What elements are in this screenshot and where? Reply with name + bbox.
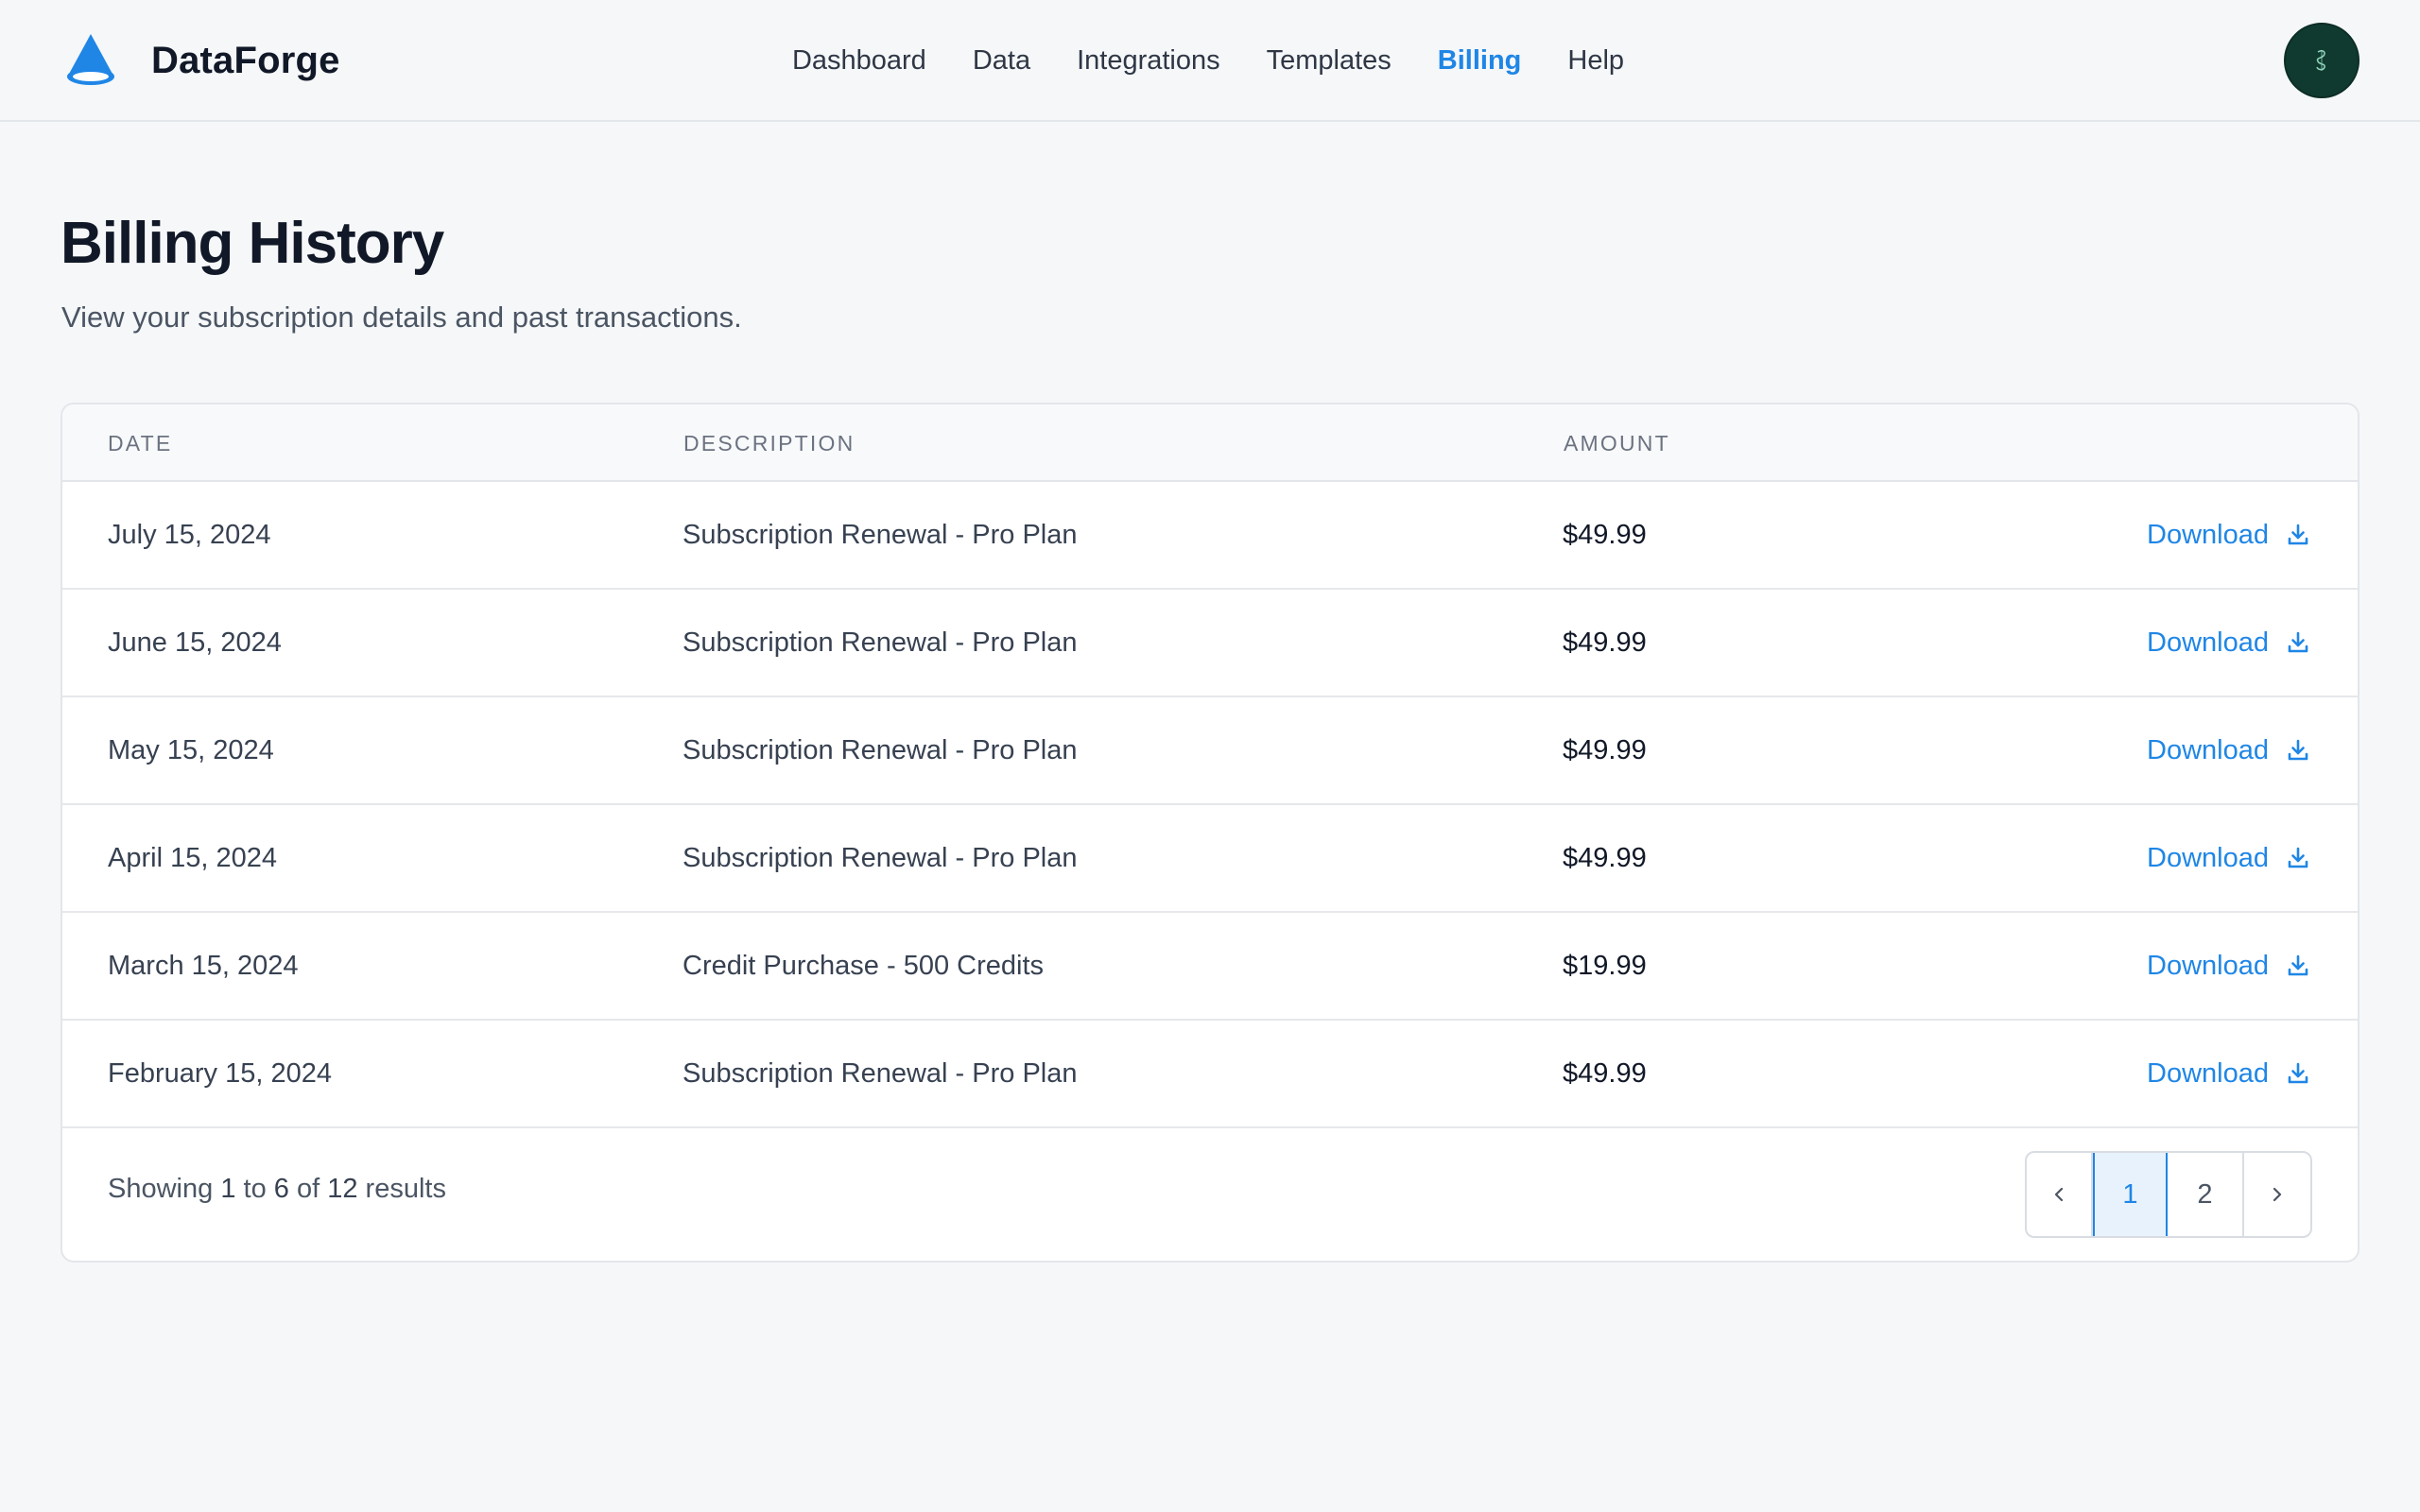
results-suffix: results bbox=[365, 1174, 446, 1204]
download-icon bbox=[2288, 631, 2308, 653]
download-icon bbox=[2288, 739, 2308, 761]
download-label: Download bbox=[2147, 627, 2269, 658]
results-of-word: of bbox=[296, 1174, 320, 1204]
download-icon bbox=[2288, 524, 2308, 545]
download-icon bbox=[2288, 1062, 2308, 1084]
app-name: DataForge bbox=[151, 39, 340, 81]
results-from: 1 bbox=[220, 1174, 236, 1204]
download-icon bbox=[2288, 847, 2308, 868]
cell-date: July 15, 2024 bbox=[108, 519, 271, 550]
table-row: April 15, 2024 Subscription Renewal - Pro… bbox=[62, 805, 2358, 913]
table-footer: Showing 1 to 6 of 12 results 1 2 bbox=[62, 1128, 2358, 1261]
results-to-word: to bbox=[243, 1174, 267, 1204]
table-row: February 15, 2024 Subscription Renewal - … bbox=[62, 1021, 2358, 1128]
main-nav-items: Dashboard Data Integrations Templates Billin… bbox=[769, 45, 1647, 77]
download-label: Download bbox=[2147, 950, 2269, 981]
results-total: 12 bbox=[327, 1174, 358, 1204]
results-prefix: Showing bbox=[108, 1174, 214, 1204]
cell-description: Subscription Renewal - Pro Plan bbox=[683, 627, 1078, 658]
nav-item-dashboard[interactable]: Dashboard bbox=[792, 45, 926, 77]
page-title: Billing History bbox=[60, 211, 444, 276]
cell-action: Download bbox=[2147, 590, 2310, 696]
download-invoice-link[interactable]: Download bbox=[2147, 735, 2310, 766]
user-avatar[interactable] bbox=[2284, 23, 2360, 98]
nav-item-integrations[interactable]: Integrations bbox=[1077, 45, 1220, 77]
download-invoice-link[interactable]: Download bbox=[2147, 843, 2310, 874]
table-body: July 15, 2024 Subscription Renewal - Pro … bbox=[62, 482, 2358, 1128]
download-icon bbox=[2288, 954, 2308, 976]
cell-description: Subscription Renewal - Pro Plan bbox=[683, 1057, 1078, 1089]
download-invoice-link[interactable]: Download bbox=[2147, 1058, 2310, 1090]
cell-date: April 15, 2024 bbox=[108, 842, 277, 873]
cell-description: Credit Purchase - 500 Credits bbox=[683, 950, 1044, 981]
cell-date: February 15, 2024 bbox=[108, 1057, 332, 1089]
cell-date: May 15, 2024 bbox=[108, 734, 274, 765]
table-row: June 15, 2024 Subscription Renewal - Pro … bbox=[62, 590, 2358, 697]
nav-item-billing[interactable]: Billing bbox=[1438, 45, 1522, 77]
chevron-right-icon bbox=[2273, 1187, 2282, 1202]
cell-date: March 15, 2024 bbox=[108, 950, 299, 981]
pagination: 1 2 bbox=[2025, 1151, 2312, 1238]
brand-mark-icon bbox=[2316, 49, 2325, 71]
top-navigation-bar: DataForge Dashboard Data Integrations Templ… bbox=[0, 0, 2420, 122]
download-label: Download bbox=[2147, 1057, 2269, 1089]
table-header: DATE DESCRIPTION AMOUNT bbox=[62, 404, 2358, 482]
nav-item-data[interactable]: Data bbox=[973, 45, 1030, 77]
cell-date: June 15, 2024 bbox=[108, 627, 282, 658]
download-label: Download bbox=[2147, 734, 2269, 765]
table-row: May 15, 2024 Subscription Renewal - Pro P… bbox=[62, 697, 2358, 805]
brand[interactable]: DataForge bbox=[60, 30, 340, 91]
cone-logo-icon bbox=[67, 34, 114, 85]
download-label: Download bbox=[2147, 519, 2269, 550]
download-label: Download bbox=[2147, 842, 2269, 873]
cell-description: Subscription Renewal - Pro Plan bbox=[683, 842, 1078, 873]
cell-amount: $49.99 bbox=[1563, 1057, 1647, 1089]
column-header-date: DATE bbox=[108, 431, 173, 455]
column-header-amount: AMOUNT bbox=[1564, 431, 1670, 455]
cell-description: Subscription Renewal - Pro Plan bbox=[683, 519, 1078, 550]
page-button-1[interactable]: 1 bbox=[2093, 1153, 2168, 1236]
billing-history-table: DATE DESCRIPTION AMOUNT July 15, 2024 Sub… bbox=[60, 403, 2360, 1263]
table-row: July 15, 2024 Subscription Renewal - Pro … bbox=[62, 482, 2358, 590]
previous-page-button[interactable] bbox=[2027, 1153, 2093, 1236]
chevron-left-icon bbox=[2054, 1187, 2064, 1202]
page-subtitle: View your subscription details and past … bbox=[61, 301, 742, 334]
results-to: 6 bbox=[273, 1174, 289, 1204]
table-row: March 15, 2024 Credit Purchase - 500 Cred… bbox=[62, 913, 2358, 1021]
cell-amount: $19.99 bbox=[1563, 950, 1647, 981]
download-invoice-link[interactable]: Download bbox=[2147, 520, 2310, 551]
cell-amount: $49.99 bbox=[1563, 519, 1647, 550]
cell-action: Download bbox=[2147, 805, 2310, 911]
nav-item-templates[interactable]: Templates bbox=[1267, 45, 1392, 77]
main-nav: Dashboard Data Integrations Templates Billin… bbox=[0, 0, 2420, 121]
cell-action: Download bbox=[2147, 1021, 2310, 1126]
next-page-button[interactable] bbox=[2244, 1153, 2310, 1236]
cell-amount: $49.99 bbox=[1563, 627, 1647, 658]
nav-item-help[interactable]: Help bbox=[1567, 45, 1624, 77]
page-button-2[interactable]: 2 bbox=[2168, 1153, 2244, 1236]
cell-description: Subscription Renewal - Pro Plan bbox=[683, 734, 1078, 765]
cell-amount: $49.99 bbox=[1563, 734, 1647, 765]
download-invoice-link[interactable]: Download bbox=[2147, 627, 2310, 659]
results-summary: Showing 1 to 6 of 12 results bbox=[108, 1174, 446, 1205]
cell-action: Download bbox=[2147, 913, 2310, 1019]
download-invoice-link[interactable]: Download bbox=[2147, 951, 2310, 982]
column-header-description: DESCRIPTION bbox=[683, 431, 856, 455]
cell-amount: $49.99 bbox=[1563, 842, 1647, 873]
cell-action: Download bbox=[2147, 482, 2310, 588]
cell-action: Download bbox=[2147, 697, 2310, 803]
